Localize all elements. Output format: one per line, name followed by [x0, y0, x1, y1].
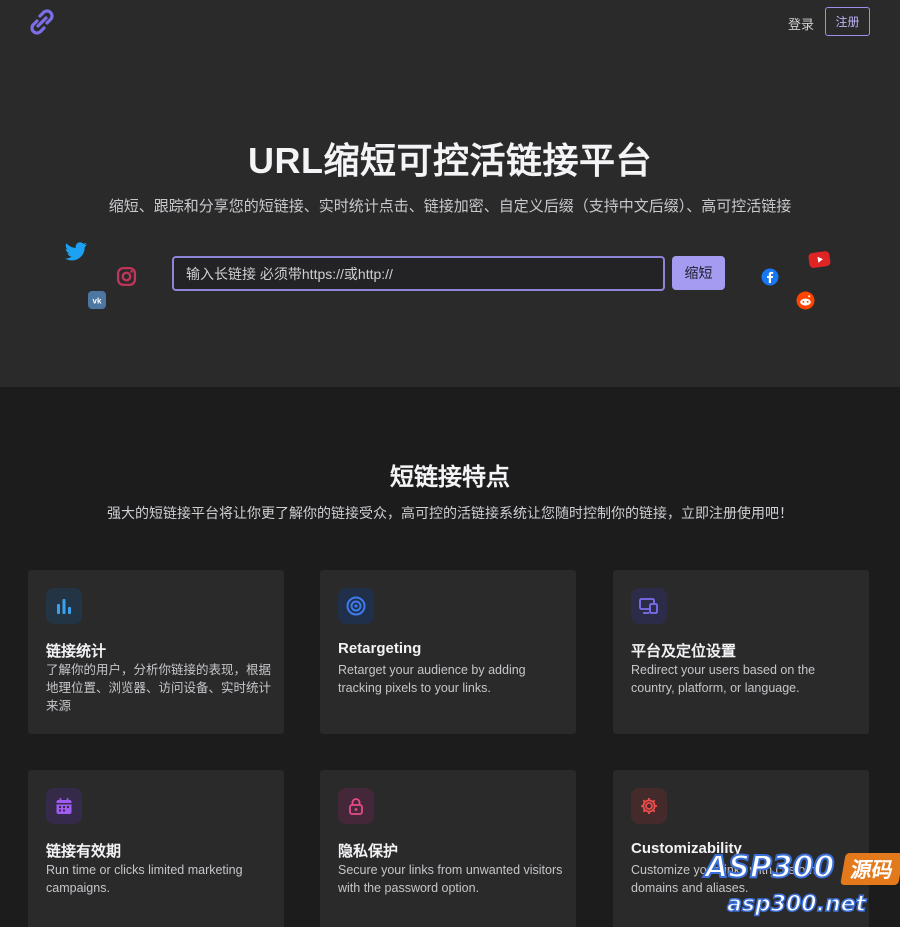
svg-text:vk: vk	[93, 297, 102, 306]
feature-card-retargeting: Retargeting Retarget your audience by ad…	[320, 570, 576, 734]
features-subtitle: 强大的短链接平台将让你更了解你的链接受众，高可控的活链接系统让您随时控制你的链接…	[107, 505, 793, 521]
facebook-icon	[761, 268, 779, 286]
feature-card-desc: Secure your links from unwanted visitors…	[338, 863, 563, 895]
watermark-domain: asp300.net	[726, 891, 867, 918]
login-link[interactable]: 登录	[788, 14, 814, 33]
calendar-icon	[46, 788, 82, 824]
twitter-icon	[65, 242, 87, 261]
long-url-input[interactable]	[172, 256, 665, 291]
feature-card-title: 隐私保护	[338, 843, 399, 860]
feature-card-privacy: 隐私保护 Secure your links from unwanted vis…	[320, 770, 576, 927]
feature-card-title: 链接统计	[46, 643, 107, 660]
target-icon	[338, 588, 374, 624]
register-button[interactable]: 注册	[825, 7, 870, 36]
hero-section: 登录 注册 URL缩短可控活链接平台 缩短、跟踪和分享您的短链接、实时统计点击、…	[0, 0, 900, 387]
feature-card-desc: Retarget your audience by adding trackin…	[338, 663, 526, 695]
features-title: 短链接特点	[390, 464, 510, 491]
reddit-icon	[796, 291, 815, 310]
link-logo-icon[interactable]	[26, 6, 58, 38]
youtube-icon	[808, 251, 831, 268]
feature-card-platform-targeting: 平台及定位设置 Redirect your users based on the…	[613, 570, 869, 734]
feature-card-desc: 了解你的用户，分析你链接的表现，根据地理位置、浏览器、访问设备、实时统计来源	[46, 663, 272, 713]
instagram-icon	[116, 266, 137, 287]
feature-card-link-stats: 链接统计 了解你的用户，分析你链接的表现，根据地理位置、浏览器、访问设备、实时统…	[28, 570, 284, 734]
bar-chart-icon	[46, 588, 82, 624]
vk-icon: vk	[88, 291, 106, 309]
gear-icon	[631, 788, 667, 824]
shorten-button[interactable]: 缩短	[672, 256, 725, 290]
lock-icon	[338, 788, 374, 824]
hero-title: URL缩短可控活链接平台	[248, 140, 652, 181]
feature-card-desc: Run time or clicks limited marketing cam…	[46, 863, 243, 895]
feature-card-title: Retargeting	[338, 640, 422, 657]
feature-card-title: 链接有效期	[46, 843, 122, 860]
devices-icon	[631, 588, 667, 624]
feature-card-link-expiry: 链接有效期 Run time or clicks limited marketi…	[28, 770, 284, 927]
asp300-watermark: ASP300 源码 asp300.net	[704, 849, 900, 927]
watermark-brand: ASP300	[704, 849, 835, 886]
feature-card-desc: Redirect your users based on the country…	[631, 663, 816, 695]
watermark-badge: 源码	[840, 853, 900, 885]
feature-card-title: 平台及定位设置	[631, 643, 737, 660]
hero-subtitle: 缩短、跟踪和分享您的短链接、实时统计点击、链接加密、自定义后缀（支持中文后缀）、…	[108, 198, 792, 215]
